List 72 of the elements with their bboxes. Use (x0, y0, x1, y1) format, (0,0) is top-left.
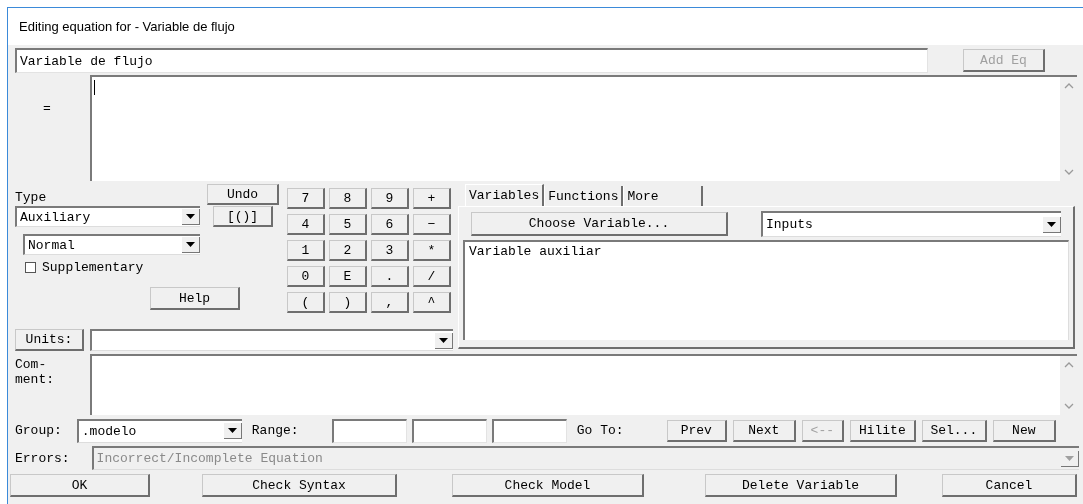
keypad-key[interactable]: , (371, 292, 409, 313)
group-label: Group: (15, 423, 62, 438)
dropdown-arrow-icon (227, 428, 237, 433)
keypad-key[interactable]: 6 (371, 214, 409, 235)
units-dropdown[interactable] (90, 329, 453, 351)
nav-button[interactable]: New (992, 419, 1056, 442)
keypad-key[interactable]: + (413, 188, 451, 209)
nav-button[interactable]: Next (732, 419, 796, 442)
subtype-dropdown[interactable]: Normal (23, 234, 200, 255)
range-field[interactable] (331, 418, 407, 443)
tab[interactable]: Functions (544, 186, 624, 206)
comment-label: Com- (15, 357, 48, 372)
filter-dropdown[interactable]: Inputs (761, 211, 1061, 237)
list-item[interactable]: Variable auxiliar (469, 244, 1064, 259)
dialog-button[interactable]: Delete Variable (705, 474, 897, 497)
scroll-down-icon (1063, 403, 1074, 409)
checkbox-label: Supplementary (42, 260, 144, 275)
keypad-key[interactable]: * (413, 240, 451, 261)
keypad-key[interactable]: ( (287, 292, 325, 313)
keypad-key[interactable]: 3 (371, 240, 409, 261)
type-label: Type (15, 190, 47, 205)
keypad-key[interactable]: 0 (287, 266, 325, 287)
nav-button[interactable]: Sel... (921, 419, 987, 442)
comment-field[interactable] (90, 354, 1077, 415)
choose-variable-button[interactable]: Choose Variable... (471, 212, 728, 236)
keypad-key[interactable]: 9 (371, 188, 409, 209)
keypad-key[interactable]: 5 (329, 214, 367, 235)
dialog-button[interactable]: Check Model (452, 474, 644, 497)
nav-button[interactable]: Hilite (849, 419, 916, 442)
keypad-key[interactable]: 7 (287, 188, 325, 209)
units-button[interactable]: Units: (15, 329, 84, 351)
name-field[interactable]: Variable de flujo (15, 48, 928, 73)
scroll-up-icon (1063, 362, 1074, 368)
scroll-down-icon (1063, 169, 1074, 175)
nav-button[interactable]: Prev (666, 419, 727, 442)
dropdown-arrow-icon (1064, 455, 1074, 461)
dropdown-arrow-icon (439, 337, 448, 343)
tab[interactable]: Variables (465, 184, 545, 206)
scroll-up-icon (1063, 83, 1074, 89)
keypad-key[interactable]: 4 (287, 214, 325, 235)
range-label: Range: (251, 423, 300, 438)
dialog-button[interactable]: Cancel (942, 474, 1077, 497)
keypad-key[interactable]: 1 (287, 240, 325, 261)
keypad-key[interactable]: . (371, 266, 409, 287)
keypad-key[interactable]: E (329, 266, 367, 287)
equals-label: = (42, 100, 52, 116)
dropdown-arrow-icon (186, 214, 195, 219)
checkbox[interactable] (25, 262, 36, 273)
keypad-key[interactable]: / (413, 266, 451, 287)
keypad-key[interactable]: − (413, 214, 451, 235)
undo-button[interactable]: Undo (207, 184, 279, 205)
go-to-label: Go To: (576, 423, 625, 438)
keypad-key[interactable]: ^ (413, 292, 451, 313)
type-dropdown[interactable]: Auxiliary (15, 206, 200, 227)
range-field[interactable] (491, 418, 567, 443)
equation-field[interactable] (90, 75, 1077, 181)
dialog-button[interactable]: Check Syntax (202, 474, 397, 497)
group-dropdown[interactable]: .modelo (76, 418, 242, 443)
brackets-button[interactable]: [()] (213, 206, 273, 227)
keypad-key[interactable]: 8 (329, 188, 367, 209)
text-cursor-icon (94, 80, 95, 95)
keypad-key[interactable]: 2 (329, 240, 367, 261)
errors-label: Errors: (15, 450, 70, 466)
comment-label: ment: (15, 372, 55, 387)
dropdown-arrow-icon (1047, 221, 1056, 227)
tab[interactable]: More (623, 186, 704, 206)
keypad-key[interactable]: ) (329, 292, 367, 313)
dropdown-arrow-icon (186, 242, 195, 247)
help-button[interactable]: Help (150, 287, 240, 310)
dialog-button[interactable]: OK (10, 474, 150, 497)
range-field[interactable] (411, 418, 487, 443)
window-title: Editing equation for - Variable de flujo (19, 19, 235, 34)
